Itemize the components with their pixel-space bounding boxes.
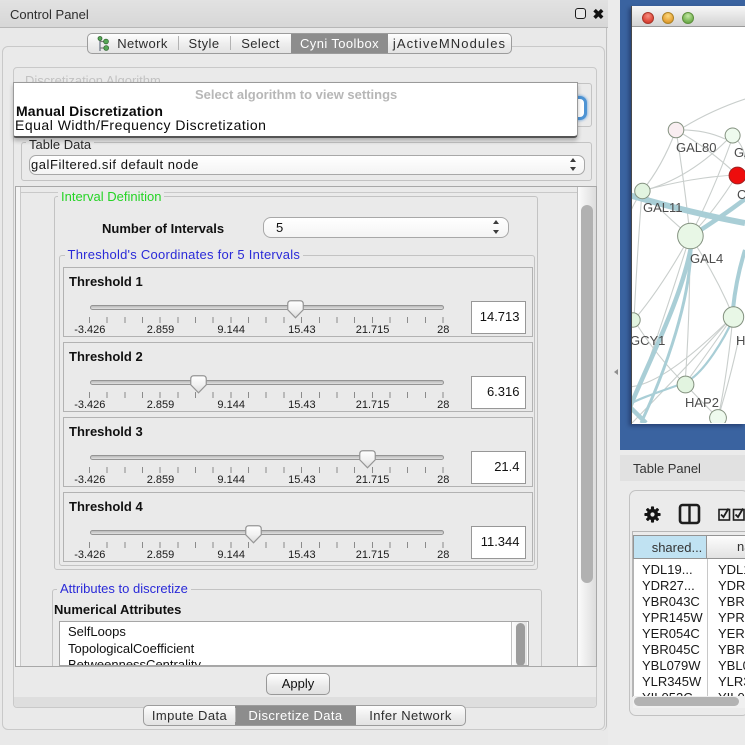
svg-text:GCY1: GCY1 bbox=[632, 333, 665, 348]
svg-text:GAL11: GAL11 bbox=[643, 200, 683, 215]
svg-text:GAL80: GAL80 bbox=[676, 140, 716, 155]
svg-text:HAP2: HAP2 bbox=[685, 395, 719, 410]
svg-text:H: H bbox=[736, 333, 745, 348]
svg-text:GA: GA bbox=[734, 145, 745, 160]
svg-text:GAL4: GAL4 bbox=[690, 251, 723, 266]
svg-text:C: C bbox=[737, 187, 745, 202]
